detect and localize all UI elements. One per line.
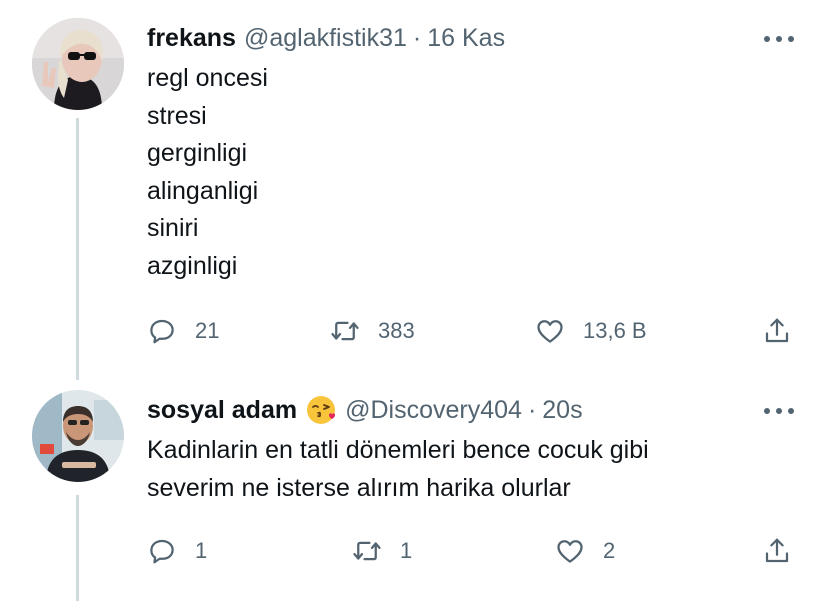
separator: · — [412, 23, 422, 52]
tweet-text-line: severim ne isterse alırım harika olurlar — [147, 473, 571, 502]
retweet-count: 383 — [378, 318, 415, 343]
like-count: 2 — [603, 538, 616, 563]
heart-icon — [557, 540, 583, 563]
retweet-count: 1 — [400, 538, 413, 563]
retweet-icon — [331, 321, 359, 341]
separator: · — [527, 395, 537, 424]
tweet-text: regl oncesi stresi gerginligi alinganlig… — [147, 60, 268, 285]
display-name[interactable]: frekans — [147, 24, 236, 53]
tweet-text-line: regl oncesi — [147, 64, 268, 92]
tweet-text: Kadinlarin en tatli dönemleri bence cocu… — [147, 432, 649, 507]
like-button[interactable]: 2 — [555, 531, 615, 571]
share-button[interactable] — [762, 531, 792, 571]
thread-line — [76, 495, 79, 601]
tweet-text-line: azginligi — [147, 251, 238, 280]
heart-icon — [537, 320, 563, 343]
like-count: 13,6 B — [583, 318, 647, 343]
username[interactable]: @aglakfistik31 — [244, 24, 407, 53]
reply-count: 1 — [195, 538, 208, 563]
tweet-text-line: stresi — [147, 101, 207, 130]
retweet-button[interactable]: 383 — [330, 311, 415, 351]
retweet-icon — [353, 541, 381, 561]
username[interactable]: @Discovery404 — [345, 396, 522, 425]
like-button[interactable]: 13,6 B — [535, 311, 647, 351]
tweet[interactable]: frekans @aglakfistik31 · 16 Kas regl onc… — [0, 0, 828, 380]
tweet-actions: 1 1 2 — [147, 531, 807, 571]
tweet-text-line: Kadinlarin en tatli dönemleri bence cocu… — [147, 436, 649, 464]
tweet-text-line: siniri — [147, 214, 199, 242]
reply-icon — [150, 319, 174, 344]
timestamp[interactable]: 20s — [542, 396, 582, 425]
tweet-actions: 21 383 13,6 B — [147, 311, 807, 351]
share-icon — [765, 318, 789, 343]
reply-button[interactable]: 21 — [147, 311, 219, 351]
reply-button[interactable]: 1 — [147, 531, 207, 571]
thread-line — [76, 118, 79, 380]
retweet-button[interactable]: 1 — [352, 531, 412, 571]
reply-count: 21 — [195, 318, 220, 343]
tweet-header: sosyal adam @Discovery404 · 20s — [147, 392, 583, 428]
face-blowing-kiss-emoji — [305, 394, 337, 426]
avatar[interactable] — [32, 390, 124, 482]
share-button[interactable] — [762, 311, 792, 351]
share-icon — [765, 538, 789, 563]
more-icon[interactable] — [764, 396, 794, 426]
reply-icon — [150, 539, 174, 564]
timestamp[interactable]: 16 Kas — [427, 24, 505, 53]
more-icon[interactable] — [764, 24, 794, 54]
display-name[interactable]: sosyal adam — [147, 396, 297, 425]
tweet-text-line: alinganligi — [147, 176, 259, 205]
tweet-header: frekans @aglakfistik31 · 16 Kas — [147, 20, 505, 56]
avatar[interactable] — [32, 18, 124, 110]
tweet-text-line: gerginligi — [147, 139, 248, 167]
